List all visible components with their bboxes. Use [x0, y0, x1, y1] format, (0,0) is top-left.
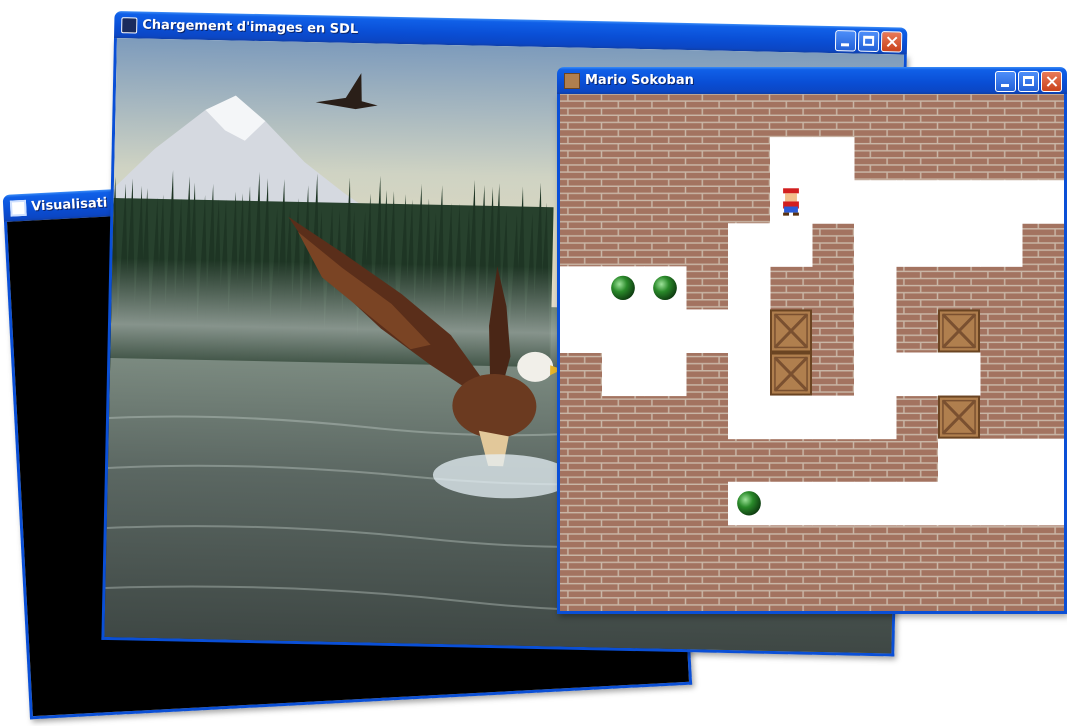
sdl-title: Chargement d'images en SDL	[142, 17, 359, 38]
crate	[938, 395, 980, 439]
floor-tile	[854, 266, 897, 310]
floor-tile	[854, 395, 897, 440]
close-button[interactable]	[880, 31, 903, 53]
floor-tile	[896, 352, 939, 397]
floor-tile	[854, 180, 897, 224]
floor-tile	[812, 481, 855, 526]
floor-tile	[644, 352, 687, 397]
floor-tile	[728, 266, 771, 310]
floor-tile	[812, 180, 855, 224]
close-button[interactable]	[1041, 71, 1062, 92]
sokoban-title: Mario Sokoban	[585, 73, 694, 88]
sokoban-titlebar[interactable]: Mario Sokoban	[557, 67, 1067, 94]
sdl-icon	[121, 16, 138, 33]
floor-tile	[896, 223, 939, 267]
floor-tile	[980, 438, 1023, 483]
minimize-button[interactable]	[995, 71, 1016, 92]
floor-tile	[896, 481, 939, 526]
floor-tile	[812, 395, 855, 440]
floor-tile	[938, 352, 981, 397]
visualisation-title: Visualisati	[30, 195, 108, 215]
sokoban-grid[interactable]	[560, 94, 1064, 611]
maximize-button[interactable]	[1018, 71, 1039, 92]
floor-tile	[560, 266, 603, 310]
floor-tile	[686, 309, 729, 354]
goal-marker	[611, 275, 635, 301]
floor-tile	[980, 223, 1023, 267]
goal-marker	[737, 491, 761, 516]
floor-tile	[770, 223, 813, 267]
floor-tile	[938, 180, 981, 224]
crate-icon	[564, 72, 580, 89]
minimize-button[interactable]	[834, 30, 857, 52]
floor-tile	[644, 309, 687, 354]
floor-tile	[770, 137, 813, 181]
crate	[770, 309, 812, 353]
floor-tile	[896, 180, 939, 224]
floor-tile	[728, 395, 771, 440]
floor-tile	[560, 309, 603, 354]
maximize-button[interactable]	[857, 30, 880, 53]
floor-tile	[770, 395, 813, 440]
crate	[770, 352, 812, 396]
floor-tile	[980, 180, 1023, 224]
goal-marker	[653, 275, 677, 301]
sokoban-board[interactable]	[560, 94, 1064, 611]
window-icon	[9, 199, 27, 217]
floor-tile	[1022, 180, 1064, 224]
floor-tile	[938, 438, 981, 483]
floor-tile	[1022, 481, 1064, 526]
mario-player	[783, 188, 799, 216]
floor-tile	[812, 137, 855, 181]
crate	[938, 309, 980, 353]
floor-tile	[770, 481, 813, 526]
floor-tile	[728, 223, 771, 267]
sokoban-window[interactable]: Mario Sokoban	[557, 67, 1067, 614]
floor-tile	[728, 309, 771, 354]
floor-tile	[602, 309, 645, 354]
floor-tile	[854, 352, 897, 397]
floor-tile	[854, 309, 897, 354]
floor-tile	[854, 223, 897, 267]
floor-tile	[980, 481, 1023, 526]
floor-tile	[728, 352, 771, 397]
floor-tile	[938, 223, 981, 267]
floor-tile	[602, 352, 645, 397]
floor-tile	[854, 481, 897, 526]
floor-tile	[1022, 438, 1064, 483]
floor-tile	[938, 481, 981, 526]
